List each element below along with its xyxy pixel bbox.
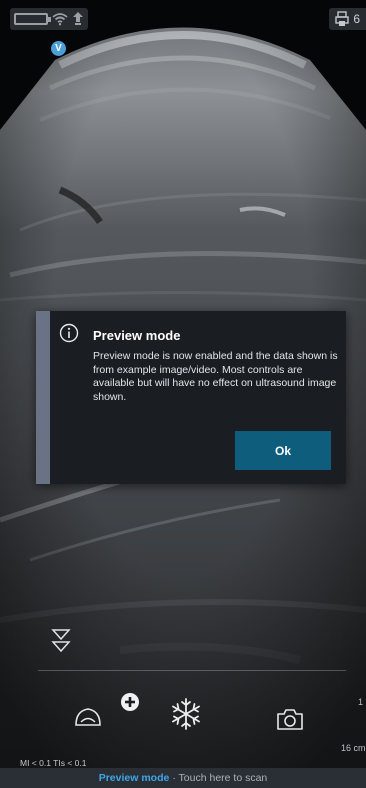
probe-icon[interactable]	[73, 705, 103, 729]
status-indicators	[10, 8, 88, 30]
controls-divider	[38, 670, 346, 671]
printer-icon	[335, 11, 350, 26]
focus-marker-icon[interactable]	[51, 628, 71, 656]
preview-mode-label: Preview mode	[98, 772, 170, 784]
camera-icon[interactable]	[275, 706, 305, 732]
status-count: 6	[353, 12, 360, 26]
ok-button[interactable]: Ok	[235, 431, 331, 470]
status-right: 6	[329, 8, 366, 30]
battery-icon	[14, 13, 51, 25]
status-bar: 6	[0, 0, 366, 34]
dialog-message: Preview mode is now enabled and the data…	[93, 350, 338, 403]
pin-icon	[73, 12, 83, 25]
touch-to-scan-text: · Touch here to scan	[172, 772, 268, 784]
v-badge: V	[51, 41, 66, 56]
mi-tis-readout: MI < 0.1 TIs < 0.1	[20, 758, 87, 768]
preview-mode-bar[interactable]: Preview mode · Touch here to scan	[0, 768, 366, 788]
wifi-icon	[52, 13, 68, 26]
info-icon	[59, 323, 79, 343]
plus-icon[interactable]	[120, 692, 140, 712]
dialog-accent-bar	[36, 311, 50, 484]
freeze-icon[interactable]	[169, 697, 203, 731]
scale-mark: 1	[358, 697, 364, 707]
scan-screen: 6 V Preview mode Preview mode is now ena…	[0, 0, 366, 788]
dialog-title: Preview mode	[93, 328, 181, 343]
depth-label: 16 cm	[341, 743, 366, 753]
